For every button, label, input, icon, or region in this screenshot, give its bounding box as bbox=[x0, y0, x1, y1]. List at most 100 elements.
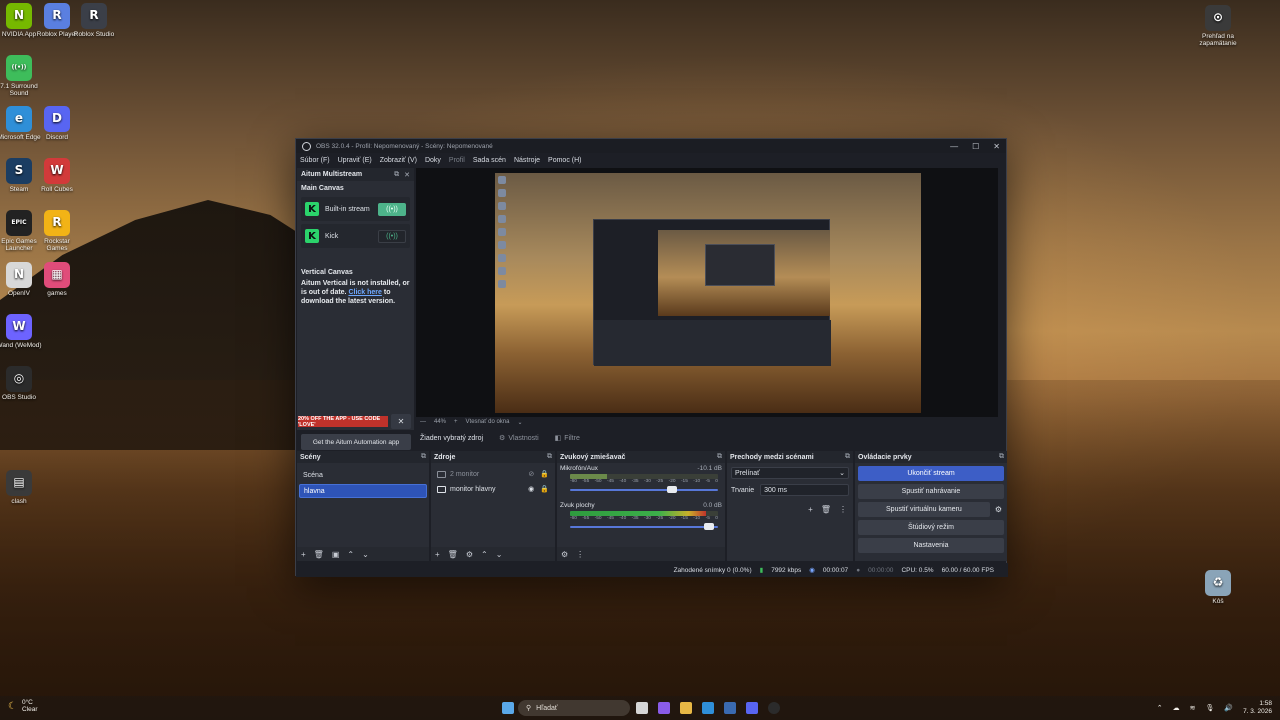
mixer-menu-button[interactable]: ⋮ bbox=[576, 550, 584, 559]
lock-icon[interactable]: 🔒 bbox=[540, 485, 549, 493]
desktop-icon[interactable]: D Discord bbox=[34, 106, 80, 141]
desktop-icon[interactable]: ⊙ Prehľad na zapamätanie bbox=[1195, 5, 1241, 47]
menu-edit[interactable]: Upraviť (E) bbox=[338, 157, 372, 164]
studio-mode-button[interactable]: Štúdiový režim bbox=[858, 520, 1004, 535]
add-source-button[interactable]: + bbox=[435, 550, 440, 559]
maximize-button[interactable]: ☐ bbox=[972, 142, 979, 151]
zoom-out-icon[interactable]: — bbox=[420, 419, 426, 425]
mic-icon[interactable]: 🎙 bbox=[1205, 704, 1214, 712]
copilot-icon[interactable] bbox=[658, 702, 670, 714]
remove-scene-button[interactable]: 🗑 bbox=[314, 550, 324, 559]
duration-input[interactable]: 300 ms bbox=[760, 484, 849, 496]
zoom-fit-select[interactable]: Vtesnať do okna bbox=[466, 419, 510, 425]
minimize-button[interactable]: — bbox=[950, 142, 958, 151]
start-icon[interactable] bbox=[502, 702, 514, 714]
menu-help[interactable]: Pomoc (H) bbox=[548, 157, 581, 164]
volume-fader[interactable] bbox=[570, 523, 722, 531]
dock-menu-icon[interactable]: ⧉ bbox=[999, 453, 1004, 461]
desktop-icon[interactable]: ◎ OBS Studio bbox=[0, 366, 42, 401]
desktop-icon[interactable]: ♻ Kôš bbox=[1195, 570, 1241, 605]
obs-titlebar[interactable]: OBS 32.0.4 - Profil: Nepomenovaný - Scén… bbox=[296, 139, 1006, 153]
promo-banner[interactable]: 20% OFF THE APP - USE CODE 'LOVE' bbox=[298, 416, 388, 428]
virtual-camera-settings-icon[interactable]: ⚙ bbox=[995, 505, 1002, 514]
search-box[interactable]: ⚲ Hľadať bbox=[518, 700, 630, 716]
desktop-icon[interactable]: R Rockstar Games bbox=[34, 210, 80, 252]
preview-area[interactable] bbox=[416, 168, 998, 417]
desktop-icon[interactable]: R Roblox Studio bbox=[71, 3, 117, 38]
dock-menu-icon[interactable]: ⧉ bbox=[421, 453, 426, 461]
promo-close-button[interactable]: ✕ bbox=[391, 414, 411, 429]
desktop-icon[interactable]: ▦ games bbox=[34, 262, 80, 297]
filters-button[interactable]: ◧ Filtre bbox=[555, 434, 580, 443]
properties-button[interactable]: ⚙ Vlastnosti bbox=[499, 434, 539, 443]
stop-stream-button[interactable]: Ukončiť stream bbox=[858, 466, 1004, 481]
chevron-down-icon[interactable]: ⌄ bbox=[517, 419, 522, 426]
move-up-button[interactable]: ⌃ bbox=[481, 550, 488, 559]
desktop-icon-label: Wand (WeMod) bbox=[0, 342, 42, 349]
scene-filters-button[interactable]: ▣ bbox=[332, 550, 340, 559]
date: 7. 3. 2026 bbox=[1243, 708, 1272, 716]
live-toggle-button[interactable]: ((•)) bbox=[378, 229, 406, 243]
dock-menu-icon[interactable]: ⧉ bbox=[845, 453, 850, 461]
zoom-in-icon[interactable]: + bbox=[454, 419, 458, 425]
live-toggle-button[interactable]: ((•)) bbox=[378, 202, 406, 216]
start-virtual-camera-button[interactable]: Spustiť virtuálnu kameru bbox=[858, 502, 990, 517]
weather-widget[interactable]: ☾ 0°C Clear bbox=[8, 699, 38, 713]
mixer-settings-button[interactable]: ⚙ bbox=[561, 550, 568, 559]
store-icon[interactable] bbox=[724, 702, 736, 714]
network-icon[interactable]: ☁ bbox=[1173, 704, 1180, 712]
dock-close-icon[interactable]: ✕ bbox=[404, 171, 410, 179]
fader-knob[interactable] bbox=[667, 486, 677, 493]
start-recording-button[interactable]: Spustiť nahrávanie bbox=[858, 484, 1004, 499]
menu-profile[interactable]: Profil bbox=[449, 157, 465, 164]
lock-icon[interactable]: 🔒 bbox=[540, 470, 549, 478]
remove-transition-button[interactable]: 🗑 bbox=[821, 505, 831, 514]
menu-view[interactable]: Zobraziť (V) bbox=[380, 157, 417, 164]
menu-file[interactable]: Súbor (F) bbox=[300, 157, 330, 164]
add-transition-button[interactable]: + bbox=[808, 505, 813, 514]
move-down-button[interactable]: ⌄ bbox=[496, 550, 503, 559]
move-down-button[interactable]: ⌄ bbox=[362, 550, 369, 559]
source-item[interactable]: monitor hlavny ◉ 🔒 bbox=[433, 482, 553, 496]
add-scene-button[interactable]: + bbox=[301, 550, 306, 559]
source-item[interactable]: 2 monitor ⊘ 🔒 bbox=[433, 467, 553, 481]
task-view-icon[interactable] bbox=[636, 702, 648, 714]
menu-tools[interactable]: Nástroje bbox=[514, 157, 540, 164]
volume-fader[interactable] bbox=[570, 486, 722, 494]
desktop-icon[interactable]: W Wand (WeMod) bbox=[0, 314, 42, 349]
desktop-icon[interactable]: ((•)) 7.1 Surround Sound bbox=[0, 55, 42, 97]
remove-source-button[interactable]: 🗑 bbox=[448, 550, 458, 559]
visibility-hidden-icon[interactable]: ⊘ bbox=[528, 470, 534, 478]
vertical-message: Aitum Vertical is not installed, or is o… bbox=[297, 278, 414, 308]
volume-icon[interactable]: 🔊 bbox=[1224, 704, 1233, 712]
dock-menu-icon[interactable]: ⧉ bbox=[717, 453, 722, 461]
dock-menu-icon[interactable]: ⧉ bbox=[547, 453, 552, 461]
settings-button[interactable]: Nastavenia bbox=[858, 538, 1004, 553]
transition-menu-button[interactable]: ⋮ bbox=[839, 505, 847, 514]
clock[interactable]: 1:58 7. 3. 2026 bbox=[1243, 700, 1272, 717]
menu-docks[interactable]: Doky bbox=[425, 157, 441, 164]
download-link[interactable]: Click here bbox=[348, 289, 381, 296]
desktop-icon[interactable]: W Roll Cubes bbox=[34, 158, 80, 193]
status-bar: Zahodené snímky 0 (0.0%) ▮ 7992 kbps ◉ 0… bbox=[296, 563, 1008, 577]
wifi-icon[interactable]: ≋ bbox=[1190, 704, 1196, 712]
chevron-up-icon[interactable]: ⌃ bbox=[1157, 704, 1163, 712]
app-icon: ▤ bbox=[6, 470, 32, 496]
visibility-icon[interactable]: ◉ bbox=[528, 485, 534, 493]
transition-select[interactable]: Prelínať ⌄ bbox=[731, 467, 849, 479]
scene-item[interactable]: hlavna bbox=[299, 484, 427, 498]
file-explorer-icon[interactable] bbox=[680, 702, 692, 714]
source-properties-button[interactable]: ⚙ bbox=[466, 550, 473, 559]
discord-icon[interactable] bbox=[746, 702, 758, 714]
scene-item[interactable]: Scéna bbox=[299, 468, 427, 482]
desktop-icon[interactable]: ▤ clash bbox=[0, 470, 42, 505]
obs-icon[interactable] bbox=[768, 702, 780, 714]
get-app-button[interactable]: Get the Aitum Automation app bbox=[301, 434, 411, 450]
edge-icon[interactable] bbox=[702, 702, 714, 714]
fader-knob[interactable] bbox=[704, 523, 714, 530]
move-up-button[interactable]: ⌃ bbox=[347, 550, 354, 559]
undock-icon[interactable]: ⧉ bbox=[394, 171, 399, 179]
close-button[interactable]: ✕ bbox=[993, 142, 1000, 151]
menu-scene-collection[interactable]: Sada scén bbox=[473, 157, 506, 164]
desktop-icon-label: Roblox Studio bbox=[73, 31, 115, 38]
